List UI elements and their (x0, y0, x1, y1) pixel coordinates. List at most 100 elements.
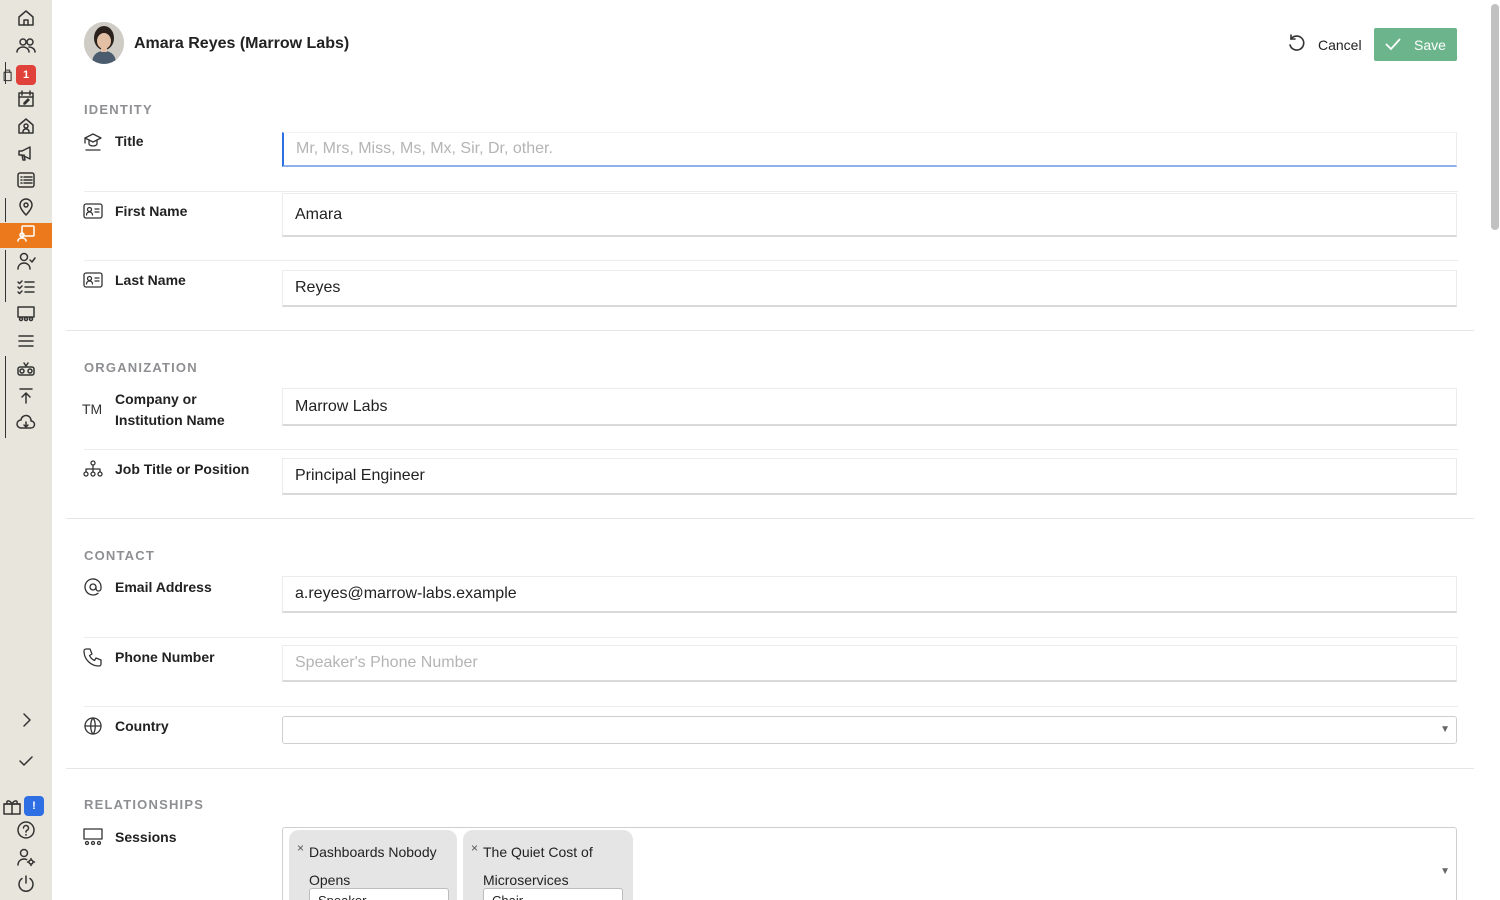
sidebar-item-attendees[interactable] (0, 250, 52, 276)
country-select[interactable]: ▼ (282, 716, 1457, 744)
sidebar-item-sessions[interactable] (0, 303, 52, 329)
sidebar-item-venue[interactable] (0, 115, 52, 141)
remove-chip-button[interactable]: × (471, 841, 478, 855)
sidebar-item-menu[interactable] (0, 330, 52, 356)
field-label-company: Company or Institution Name (115, 391, 225, 428)
row-divider (84, 191, 1458, 192)
gift-icon (2, 796, 22, 821)
session-chip-title: Dashboards Nobody Opens (309, 844, 437, 888)
field-label-job-title: Job Title or Position (115, 461, 250, 477)
first-name-field[interactable] (282, 193, 1457, 237)
sidebar-item-account[interactable] (0, 846, 52, 872)
company-field[interactable] (282, 388, 1457, 426)
field-label-sessions: Sessions (115, 829, 177, 845)
sidebar: 1 ! (0, 0, 52, 900)
venue-icon (16, 116, 36, 141)
scrollbar[interactable] (1490, 0, 1500, 900)
avatar (84, 22, 124, 64)
id-card-icon (82, 270, 104, 290)
title-field[interactable] (282, 132, 1457, 167)
row-divider (84, 449, 1458, 450)
at-sign-icon (82, 577, 104, 597)
megaphone-icon (16, 143, 36, 168)
title-icon (82, 132, 104, 152)
user-settings-icon (16, 847, 36, 872)
section-title-organization: ORGANIZATION (84, 360, 198, 375)
notification-badge: 1 (16, 65, 36, 85)
list-icon (16, 170, 36, 195)
session-chip: × The Quiet Cost of Microservices Chair (463, 830, 633, 900)
sidebar-item-tasks[interactable] (0, 276, 52, 302)
session-role-select[interactable]: Speaker (309, 888, 449, 900)
cart-icon (2, 66, 16, 89)
session-role-value: Chair (492, 893, 523, 900)
cancel-button[interactable]: Cancel (1318, 37, 1362, 53)
section-divider (66, 330, 1474, 331)
session-chip-title: The Quiet Cost of Microservices (483, 844, 593, 888)
section-title-contact: CONTACT (84, 548, 155, 563)
sidebar-item-done[interactable] (0, 750, 52, 776)
sidebar-item-sponsors[interactable] (0, 358, 52, 384)
phone-field[interactable] (282, 645, 1457, 682)
sidebar-item-publish[interactable] (0, 385, 52, 411)
sidebar-item-agenda[interactable] (0, 169, 52, 195)
save-button-label: Save (1414, 37, 1446, 53)
row-divider (84, 260, 1458, 261)
check-icon (1385, 38, 1401, 51)
scrollbar-thumb[interactable] (1491, 4, 1499, 230)
caret-down-icon: ▼ (1440, 724, 1450, 735)
sidebar-item-people[interactable] (0, 34, 52, 60)
field-label-first-name: First Name (115, 203, 188, 219)
sessions-multiselect[interactable]: × Dashboards Nobody Opens Speaker × The … (282, 827, 1457, 900)
last-name-field[interactable] (282, 270, 1457, 307)
sidebar-item-whats-new[interactable]: ! (0, 793, 52, 819)
sponsor-icon (16, 359, 36, 384)
save-button[interactable]: Save (1374, 28, 1457, 61)
field-label-title: Title (115, 133, 144, 149)
person-check-icon (16, 251, 36, 276)
help-icon (16, 820, 36, 845)
people-icon (16, 35, 36, 60)
section-divider (66, 518, 1474, 519)
globe-icon (82, 716, 104, 736)
sidebar-item-export[interactable] (0, 412, 52, 438)
check-icon (16, 751, 36, 776)
calendar-edit-icon (16, 89, 36, 114)
sessions-icon (82, 827, 104, 847)
menu-lines-icon (16, 331, 36, 356)
chevron-right-icon (16, 710, 36, 735)
expand-sidebar-button[interactable] (0, 709, 52, 735)
field-label-phone: Phone Number (115, 649, 215, 665)
checklist-icon (16, 277, 36, 302)
sidebar-item-schedule[interactable] (0, 88, 52, 114)
sidebar-item-locations[interactable] (0, 196, 52, 222)
sidebar-item-home[interactable] (0, 7, 52, 33)
cloud-download-icon (16, 413, 36, 438)
sidebar-item-logout[interactable] (0, 873, 52, 899)
sidebar-item-help[interactable] (0, 819, 52, 845)
location-pin-icon (16, 197, 36, 222)
field-label-country: Country (115, 718, 169, 734)
notification-badge: ! (24, 796, 44, 816)
upload-icon (16, 386, 36, 411)
section-title-relationships: RELATIONSHIPS (84, 797, 205, 812)
avatar-photo (84, 22, 124, 64)
row-divider (84, 637, 1458, 638)
remove-chip-button[interactable]: × (297, 841, 304, 855)
sidebar-item-orders[interactable]: 1 (0, 62, 52, 88)
field-label-last-name: Last Name (115, 272, 186, 288)
job-title-field[interactable] (282, 458, 1457, 495)
session-role-select[interactable]: Chair (483, 888, 623, 900)
sidebar-item-speakers[interactable] (0, 223, 52, 248)
sidebar-item-announcements[interactable] (0, 142, 52, 168)
phone-icon (82, 647, 104, 667)
sessions-icon (16, 304, 36, 329)
power-icon (16, 874, 36, 899)
email-field[interactable] (282, 576, 1457, 613)
speaker-icon (16, 223, 36, 248)
field-label-email: Email Address (115, 579, 212, 595)
section-divider (66, 768, 1474, 769)
revert-button[interactable] (1286, 33, 1306, 53)
page-title: Amara Reyes (Marrow Labs) (134, 35, 350, 52)
record-header: Amara Reyes (Marrow Labs) Cancel Save (82, 22, 1458, 66)
